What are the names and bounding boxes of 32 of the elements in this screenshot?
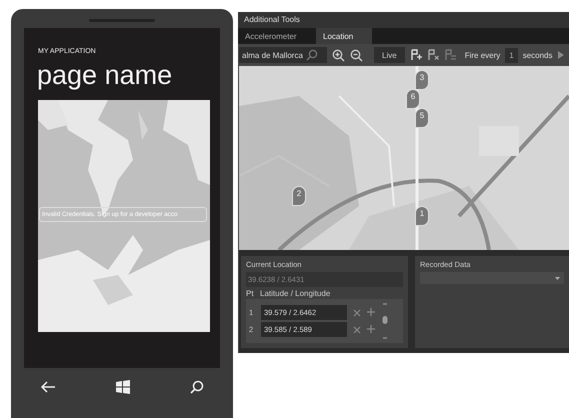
map-pin[interactable]: 3	[415, 70, 429, 90]
windows-logo-icon[interactable]	[114, 379, 131, 395]
map-pin[interactable]: 6	[406, 89, 420, 109]
column-header: Latitude / Longitude	[260, 289, 330, 298]
search-field[interactable]: alma de Mallorca	[239, 47, 327, 63]
search-icon[interactable]	[190, 380, 204, 394]
page-title: page name	[37, 59, 174, 91]
back-icon[interactable]	[40, 381, 56, 393]
tab[interactable]: Location	[316, 28, 372, 44]
clear-pins-icon[interactable]	[444, 49, 456, 61]
insert-icon[interactable]	[367, 325, 376, 334]
delete-icon[interactable]	[353, 326, 361, 334]
add-pin-icon[interactable]	[410, 49, 422, 61]
tab[interactable]: Accelerometer	[238, 28, 316, 44]
column-header: Pt	[246, 289, 255, 298]
interval-field[interactable]: 1	[505, 48, 518, 62]
insert-icon[interactable]	[367, 308, 376, 317]
play-icon[interactable]	[558, 51, 564, 59]
caret-icon	[555, 276, 560, 280]
seconds-label: seconds	[522, 50, 552, 60]
remove-pin-icon[interactable]	[426, 49, 439, 61]
search-icon	[306, 49, 318, 61]
zoom-in-icon[interactable]	[332, 48, 345, 62]
map-pin[interactable]: 5	[415, 108, 429, 128]
live-button[interactable]: Live	[374, 47, 405, 63]
panel-title: Additional Tools	[238, 12, 569, 28]
map-pin[interactable]: 2	[292, 186, 306, 206]
zoom-out-icon[interactable]	[350, 48, 363, 62]
map-pin[interactable]: 1	[415, 206, 429, 226]
scrollbar-drawing[interactable]	[382, 301, 388, 341]
delete-icon[interactable]	[353, 308, 361, 316]
fire-every-label: Fire every	[464, 50, 500, 60]
